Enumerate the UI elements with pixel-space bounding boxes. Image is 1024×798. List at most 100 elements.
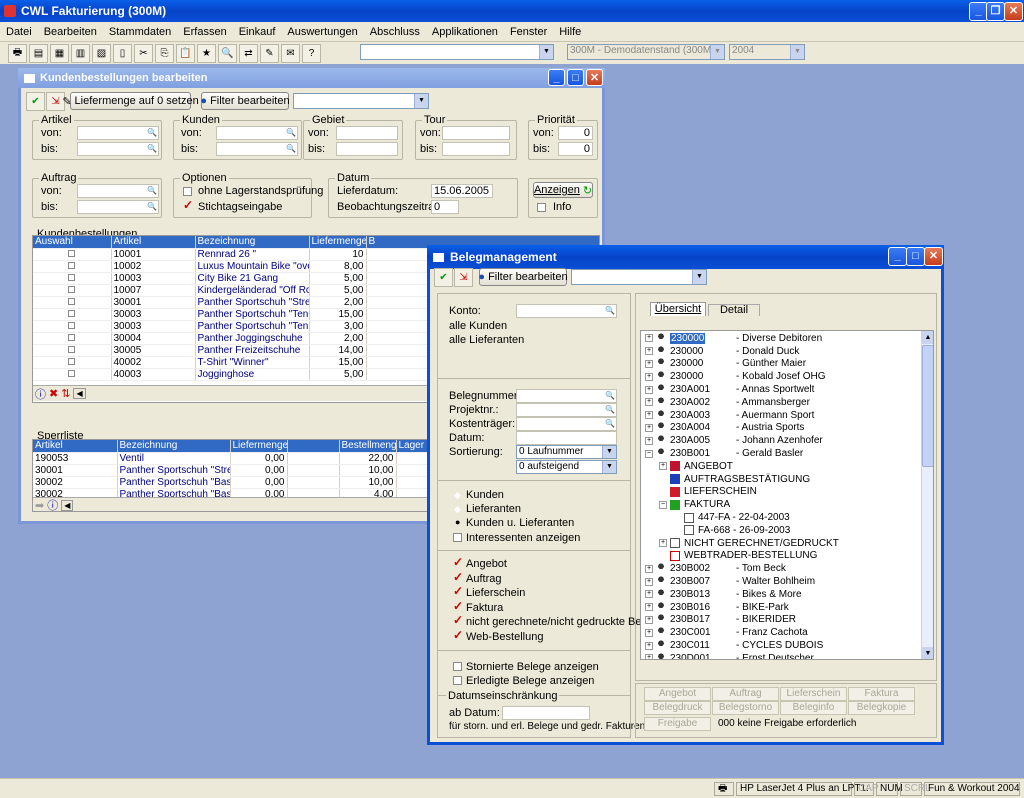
projektnr-input[interactable]: 🔍 xyxy=(516,403,617,417)
bm-filter-select[interactable]: ▼ xyxy=(571,269,707,285)
tab-detail[interactable]: Detail xyxy=(708,304,760,316)
action-lieferschein-button[interactable]: Lieferschein xyxy=(780,687,847,701)
kunden-von-input[interactable]: 🔍 xyxy=(216,126,298,140)
cut-icon[interactable]: ✂ xyxy=(134,43,153,63)
belegart-checkbox[interactable]: ✓ xyxy=(453,555,463,569)
opt-stichtag-checkbox[interactable]: ✓ xyxy=(183,198,193,212)
help-icon[interactable]: ? xyxy=(302,43,321,63)
tree-node[interactable]: LIEFERSCHEIN xyxy=(641,486,933,499)
tree-node[interactable]: FA-668 - 26-09-2003 xyxy=(641,524,933,537)
search-icon[interactable]: 🔍 xyxy=(286,144,296,153)
info-icon[interactable]: ⓘ xyxy=(47,497,58,511)
sperr-col-header[interactable]: Liefermenge xyxy=(230,440,288,453)
liefermenge-cell[interactable]: 5,00 xyxy=(309,272,367,285)
belegnummer-input[interactable]: 🔍 xyxy=(516,389,617,403)
freigabe-button[interactable]: Freigabe xyxy=(644,717,711,731)
favorite-icon[interactable]: ★ xyxy=(197,43,216,63)
tree-node[interactable]: + ANGEBOT xyxy=(641,460,933,473)
tree-node[interactable]: 447-FA - 22-04-2003 xyxy=(641,511,933,524)
menu-einkauf[interactable]: Einkauf xyxy=(233,26,282,38)
row-checkbox[interactable] xyxy=(68,357,76,365)
tree-node[interactable]: AUFTRAGSBESTÄTIGUNG xyxy=(641,473,933,486)
row-checkbox[interactable] xyxy=(68,261,76,269)
liefermenge-cell[interactable]: 15,00 xyxy=(309,356,367,369)
collapse-icon[interactable]: − xyxy=(645,449,653,458)
auswahl-cell[interactable] xyxy=(33,320,112,333)
tree-node[interactable]: +230C011- CYCLES DUBOIS xyxy=(641,639,933,652)
document-icon[interactable]: ▯ xyxy=(113,43,132,63)
row-checkbox[interactable] xyxy=(68,297,76,305)
row-checkbox[interactable] xyxy=(68,345,76,353)
report-icon[interactable]: ▤ xyxy=(29,43,48,63)
scroll-left-icon[interactable]: ◀ xyxy=(73,388,86,399)
tree-node[interactable]: +230000- Günther Maier xyxy=(641,358,933,371)
row-checkbox[interactable] xyxy=(68,369,76,377)
tree-node[interactable]: +230B017- BIKERIDER xyxy=(641,614,933,627)
artikel-von-input[interactable]: 🔍 xyxy=(77,126,159,140)
info-checkbox[interactable] xyxy=(537,203,546,212)
gebiet-von-input[interactable] xyxy=(336,126,398,140)
gebiet-bis-input[interactable] xyxy=(336,142,398,156)
kb-col-header[interactable]: Liefermenge xyxy=(309,236,367,249)
liefermenge-cell[interactable]: 14,00 xyxy=(309,344,367,357)
report2-icon[interactable]: ▦ xyxy=(50,43,69,63)
kb-filter-select[interactable]: ▼ xyxy=(293,93,429,109)
tree-node[interactable]: +230B002- Tom Beck xyxy=(641,562,933,575)
tour-von-input[interactable] xyxy=(442,126,510,140)
search-icon[interactable]: 🔍 xyxy=(147,144,157,153)
auftrag-von-input[interactable]: 🔍 xyxy=(77,184,159,198)
belegart-checkbox[interactable]: ✓ xyxy=(453,599,463,613)
search-icon[interactable]: 🔍 xyxy=(147,128,157,137)
expand-icon[interactable]: + xyxy=(645,564,653,573)
expand-icon[interactable]: + xyxy=(645,603,653,612)
auswahl-cell[interactable] xyxy=(33,332,112,345)
tree-node[interactable]: +230A002- Ammansberger xyxy=(641,396,933,409)
tree-node[interactable]: WEBTRADER-BESTELLUNG xyxy=(641,550,933,563)
liefermenge-null-button[interactable]: ✎ Liefermenge auf 0 setzen xyxy=(62,92,199,110)
auswahl-cell[interactable] xyxy=(33,260,112,273)
ok-check-icon[interactable]: ✔ xyxy=(26,92,45,111)
belegart-checkbox[interactable]: ✓ xyxy=(453,584,463,598)
delete-icon[interactable]: ✖ xyxy=(49,387,58,400)
liefermenge-cell[interactable]: 2,00 xyxy=(309,332,367,345)
action-belegstorno-button[interactable]: Belegstorno xyxy=(712,701,779,715)
search-icon[interactable]: 🔍 xyxy=(218,43,237,63)
action-auftrag-button[interactable]: Auftrag xyxy=(712,687,779,701)
expand-icon[interactable]: + xyxy=(645,385,653,394)
datum-input[interactable] xyxy=(516,431,617,445)
action-belegkopie-button[interactable]: Belegkopie xyxy=(848,701,915,715)
expand-icon[interactable]: + xyxy=(659,462,667,471)
stornierte-checkbox[interactable] xyxy=(453,662,462,671)
tab-uebersicht[interactable]: Übersicht xyxy=(650,302,706,316)
paste-icon[interactable]: 📋 xyxy=(176,43,195,63)
belegart-checkbox[interactable]: ✓ xyxy=(453,613,463,627)
kostentraeger-input[interactable]: 🔍 xyxy=(516,417,617,431)
edit-icon[interactable]: ✎ xyxy=(260,43,279,63)
scroll-left-icon[interactable]: ◀ xyxy=(61,499,74,511)
menu-stammdaten[interactable]: Stammdaten xyxy=(103,26,177,38)
opt-lagerstand-checkbox[interactable] xyxy=(183,187,192,196)
sperr-col-header[interactable]: Bestellmenge xyxy=(339,440,397,453)
lieferdatum-input[interactable]: 15.06.2005 xyxy=(431,184,493,198)
menu-bearbeiten[interactable]: Bearbeiten xyxy=(38,26,103,38)
kb-close-button[interactable]: ✕ xyxy=(586,69,603,86)
search-icon[interactable]: 🔍 xyxy=(147,186,157,195)
liefermenge-cell[interactable]: 2,00 xyxy=(309,296,367,309)
kunden-bis-input[interactable]: 🔍 xyxy=(216,142,298,156)
anzeigen-button[interactable]: Anzeigen ↻ xyxy=(533,182,593,198)
search-icon[interactable]: 🔍 xyxy=(605,405,615,414)
radio-kunden[interactable]: ◆ xyxy=(454,490,461,501)
row-checkbox[interactable] xyxy=(68,321,76,329)
prio-von-input[interactable]: 0 xyxy=(558,126,593,140)
auswahl-cell[interactable] xyxy=(33,296,112,309)
maximize-button[interactable]: ❐ xyxy=(986,2,1005,21)
expand-icon[interactable]: + xyxy=(645,641,653,650)
tree-node[interactable]: +230000- Diverse Debitoren xyxy=(641,332,933,345)
kb-filter-button[interactable]: ● Filter bearbeiten xyxy=(200,92,290,110)
kb-minimize-button[interactable]: _ xyxy=(548,69,565,86)
kb-maximize-button[interactable]: □ xyxy=(567,69,584,86)
expand-icon[interactable]: + xyxy=(645,590,653,599)
expand-icon[interactable]: + xyxy=(645,359,653,368)
artikel-bis-input[interactable]: 🔍 xyxy=(77,142,159,156)
liefermenge-cell[interactable]: 3,00 xyxy=(309,320,367,333)
